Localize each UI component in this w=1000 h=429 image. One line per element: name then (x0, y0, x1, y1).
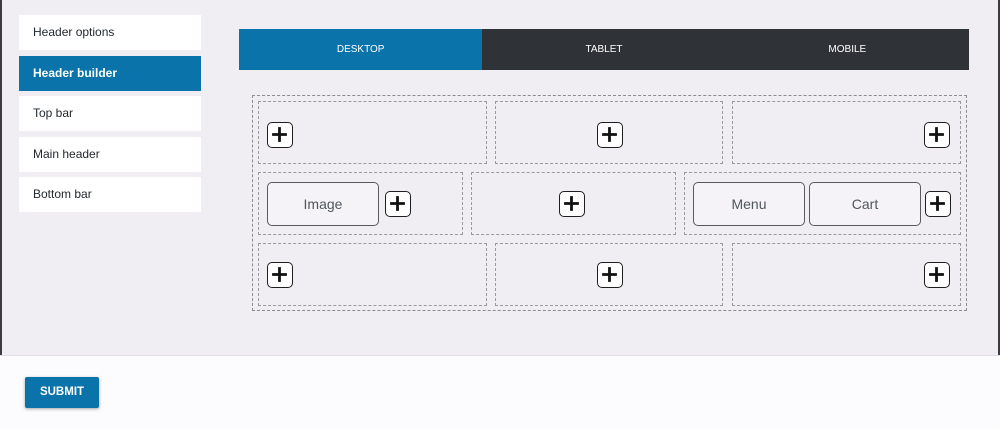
image-element[interactable]: Image (267, 182, 379, 226)
add-element-button[interactable] (597, 122, 623, 148)
plus-icon (390, 196, 405, 211)
plus-icon (930, 196, 945, 211)
submit-button[interactable]: SUBMIT (25, 377, 99, 408)
device-tabs: DESKTOP TABLET MOBILE (239, 29, 969, 70)
add-element-button[interactable] (559, 191, 585, 217)
main-row-right-zone: Menu Cart (684, 172, 961, 235)
top-row-left-zone (258, 101, 487, 164)
add-element-button[interactable] (385, 191, 411, 217)
sidebar: Header options Header builder Top bar Ma… (19, 15, 201, 218)
tab-desktop[interactable]: DESKTOP (239, 29, 483, 70)
main-row-left-zone: Image (258, 172, 463, 235)
bottom-row-center-zone (495, 243, 723, 306)
add-element-button[interactable] (925, 191, 951, 217)
sidebar-item-top-bar[interactable]: Top bar (19, 96, 201, 132)
plus-icon (929, 127, 944, 142)
header-builder-area: Image Menu Cart (252, 95, 967, 311)
add-element-button[interactable] (267, 262, 293, 288)
tab-tablet[interactable]: TABLET (482, 29, 725, 70)
plus-icon (272, 267, 287, 282)
plus-icon (929, 267, 944, 282)
plus-icon (602, 127, 617, 142)
cart-element[interactable]: Cart (809, 182, 921, 226)
menu-element[interactable]: Menu (693, 182, 805, 226)
sidebar-item-main-header[interactable]: Main header (19, 136, 201, 172)
sidebar-item-bottom-bar[interactable]: Bottom bar (19, 177, 201, 213)
sidebar-item-header-options[interactable]: Header options (19, 15, 201, 50)
sidebar-item-header-builder[interactable]: Header builder (19, 55, 201, 91)
add-element-button[interactable] (924, 262, 950, 288)
top-row-center-zone (495, 101, 723, 164)
settings-panel: Header options Header builder Top bar Ma… (0, 0, 1000, 355)
plus-icon (272, 127, 287, 142)
tab-mobile[interactable]: MOBILE (726, 29, 969, 70)
add-element-button[interactable] (597, 262, 623, 288)
plus-icon (564, 196, 579, 211)
add-element-button[interactable] (924, 122, 950, 148)
main-row-center-zone (471, 172, 676, 235)
footer-bar: SUBMIT (0, 355, 1000, 429)
plus-icon (602, 267, 617, 282)
top-row-right-zone (732, 101, 961, 164)
bottom-row-left-zone (258, 243, 487, 306)
bottom-row-right-zone (732, 243, 961, 306)
add-element-button[interactable] (267, 122, 293, 148)
